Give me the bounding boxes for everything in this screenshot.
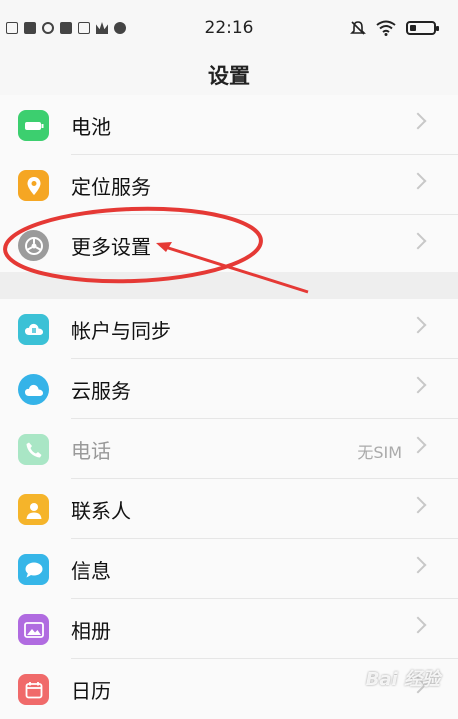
album-icon <box>18 614 49 645</box>
watermark-logo: Bai 经验 <box>365 669 440 690</box>
settings-item-label: 帐户与同步 <box>71 319 171 343</box>
settings-item-label: 电池 <box>71 115 111 139</box>
contacts-icon <box>18 494 49 525</box>
settings-item-label: 云服务 <box>71 379 131 403</box>
battery-indicator <box>406 21 439 35</box>
settings-item-label: 日历 <box>71 679 111 703</box>
phone-icon <box>18 434 49 465</box>
settings-item-album[interactable]: 相册 <box>0 599 458 659</box>
settings-item-more-settings[interactable]: 更多设置 <box>0 215 458 275</box>
chevron-right-icon <box>409 616 427 634</box>
settings-group-system: 电池 定位服务 更多设置 <box>0 95 458 275</box>
gear-icon <box>18 230 49 261</box>
battery-icon <box>18 110 49 141</box>
sim-status: 无SIM <box>357 443 402 462</box>
chevron-right-icon <box>409 556 427 574</box>
chevron-right-icon <box>409 112 427 130</box>
location-icon <box>18 170 49 201</box>
chevron-right-icon <box>409 376 427 394</box>
settings-item-label: 相册 <box>71 619 111 643</box>
settings-item-label: 定位服务 <box>71 175 151 199</box>
status-bar: 22:16 <box>0 0 458 56</box>
settings-item-cloud-service[interactable]: 云服务 <box>0 359 458 419</box>
settings-item-contacts[interactable]: 联系人 <box>0 479 458 539</box>
message-icon <box>18 554 49 585</box>
cloud-icon <box>18 374 49 405</box>
sync-icon <box>18 314 49 345</box>
settings-item-phone[interactable]: 电话 无SIM <box>0 419 458 479</box>
status-right-icons <box>350 20 439 36</box>
settings-item-label: 联系人 <box>71 499 131 523</box>
mute-icon <box>350 21 366 35</box>
settings-group-apps: 帐户与同步 云服务 电话 无SIM 联系人 信息 相册 日历 <box>0 299 458 719</box>
section-divider <box>0 272 458 300</box>
chevron-right-icon <box>409 436 427 454</box>
settings-item-account-sync[interactable]: 帐户与同步 <box>0 299 458 359</box>
calendar-icon <box>18 674 49 705</box>
settings-item-battery[interactable]: 电池 <box>0 95 458 155</box>
settings-item-label: 更多设置 <box>71 235 151 259</box>
chevron-right-icon <box>409 232 427 250</box>
settings-item-location[interactable]: 定位服务 <box>0 155 458 215</box>
chevron-right-icon <box>409 496 427 514</box>
chevron-right-icon <box>409 316 427 334</box>
settings-item-messages[interactable]: 信息 <box>0 539 458 599</box>
wifi-icon <box>376 20 396 36</box>
settings-item-label: 信息 <box>71 559 111 583</box>
chevron-right-icon <box>409 172 427 190</box>
page-title: 设置 <box>208 64 250 88</box>
settings-item-label: 电话 <box>71 439 111 463</box>
